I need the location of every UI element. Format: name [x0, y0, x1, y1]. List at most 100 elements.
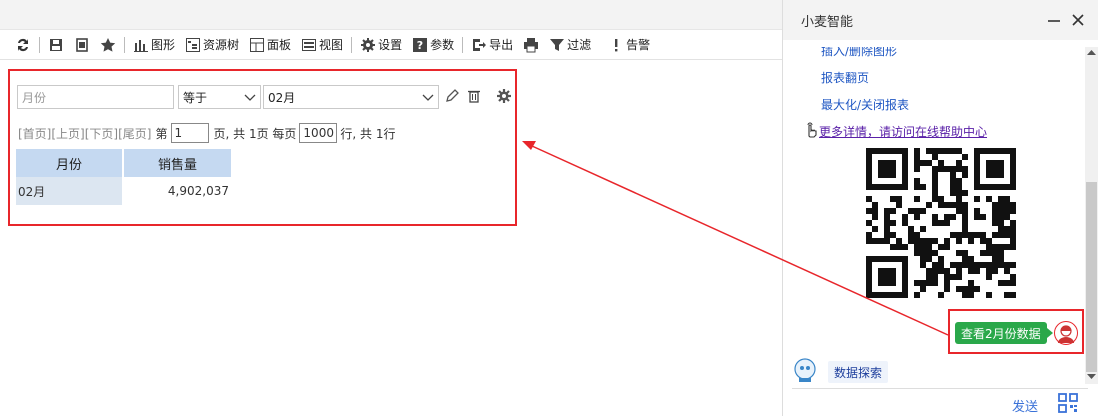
- panel-icon: [249, 37, 265, 53]
- user-message-text: 查看2月份数据: [961, 326, 1041, 341]
- parameters-label: 参数: [430, 38, 455, 52]
- filter-label: 过滤: [567, 38, 592, 52]
- view-button[interactable]: 视图: [296, 34, 348, 56]
- table-header-row: 月份 销售量: [16, 149, 231, 177]
- bot-avatar: [792, 357, 818, 383]
- edit-icon[interactable]: [444, 88, 460, 107]
- send-button[interactable]: 发送: [1012, 396, 1038, 415]
- toolbar-divider: [599, 36, 601, 53]
- table-cell-sales: 4,902,037: [123, 177, 231, 205]
- data-explore-chip[interactable]: 数据探索: [828, 361, 889, 383]
- assistant-header: 小麦智能: [783, 0, 1098, 40]
- filter-operator-value: 等于: [183, 90, 208, 105]
- pagination-bar: [首页] [上页] [下页] [尾页] 第 1 页, 共 1页 每页 1000 …: [18, 123, 396, 143]
- print-button[interactable]: [518, 34, 544, 56]
- panel-button[interactable]: 面板: [244, 34, 296, 56]
- user-message-highlight: 查看2月份数据: [948, 309, 1084, 354]
- minimize-button[interactable]: [1045, 11, 1063, 29]
- alert-icon: [608, 37, 624, 53]
- data-explore-text: 数据探索: [834, 365, 883, 380]
- help-link-page-turn[interactable]: 报表翻页: [821, 69, 869, 86]
- resource-tree-button[interactable]: 资源树: [180, 34, 244, 56]
- toolbar-divider: [39, 36, 40, 53]
- scrollbar-thumb[interactable]: [1086, 182, 1097, 372]
- gear-icon: [360, 37, 376, 53]
- table-cell-month: 02月: [16, 177, 124, 205]
- save-as-icon: [74, 37, 90, 53]
- settings-label: 设置: [378, 38, 403, 52]
- close-button[interactable]: [1069, 11, 1087, 29]
- alert-label: 告警: [626, 38, 651, 52]
- help-link-insert-chart[interactable]: 插入/删除图形: [821, 47, 897, 59]
- qr-code-button[interactable]: [1058, 393, 1078, 413]
- filter-value-text: 02月: [268, 90, 296, 105]
- qr-code-icon: [1058, 393, 1078, 413]
- data-table: 月份 销售量 02月 4,902,037: [16, 149, 231, 205]
- filter-icon: [549, 37, 565, 53]
- column-header-sales[interactable]: 销售量: [123, 149, 231, 177]
- column-header-month[interactable]: 月份: [16, 149, 124, 177]
- refresh-icon: [15, 37, 31, 53]
- panel-label: 面板: [267, 38, 292, 52]
- save-icon: [48, 37, 64, 53]
- user-message-bubble: 查看2月份数据: [955, 322, 1053, 344]
- resource-tree-icon: [185, 37, 201, 53]
- filter-operator-select[interactable]: 等于: [178, 85, 261, 109]
- page-prefix: 第: [155, 126, 168, 141]
- filter-field-select[interactable]: 月份: [17, 85, 174, 109]
- prev-page-link[interactable]: [上页]: [51, 125, 84, 142]
- filter-button[interactable]: 过滤: [544, 34, 596, 56]
- toolbar-divider: [462, 36, 464, 53]
- toolbar-divider: [351, 36, 353, 53]
- save-button[interactable]: [43, 34, 69, 56]
- filter-value-select[interactable]: 02月: [263, 85, 439, 109]
- svg-text:?: ?: [417, 39, 423, 52]
- toolbar-divider: [124, 36, 125, 53]
- param-icon: ?: [412, 37, 428, 53]
- chat-input[interactable]: [792, 388, 1088, 416]
- save-as-button[interactable]: [69, 34, 95, 56]
- view-label: 视图: [319, 38, 344, 52]
- print-icon: [523, 37, 539, 53]
- next-page-link[interactable]: [下页]: [85, 125, 118, 142]
- refresh-button[interactable]: [10, 34, 36, 56]
- scroll-up-icon[interactable]: [1087, 49, 1096, 55]
- help-link-maximize[interactable]: 最大化/关闭报表: [821, 96, 909, 113]
- delete-icon[interactable]: [466, 88, 482, 107]
- gear-icon[interactable]: [496, 88, 512, 107]
- chevron-down-icon: [422, 91, 434, 106]
- close-icon: [1072, 14, 1084, 26]
- user-avatar: [1054, 321, 1078, 345]
- chevron-down-icon: [244, 91, 256, 106]
- resource-tree-label: 资源树: [203, 38, 240, 52]
- export-button[interactable]: 导出: [466, 34, 518, 56]
- parameters-button[interactable]: ? 参数: [407, 34, 459, 56]
- star-icon: [100, 37, 116, 53]
- chat-scrollbar[interactable]: [1085, 47, 1098, 384]
- chart-button[interactable]: 图形: [128, 34, 180, 56]
- settings-button[interactable]: 设置: [355, 34, 407, 56]
- first-page-link[interactable]: [首页]: [18, 125, 51, 142]
- page-number-input[interactable]: 1: [170, 123, 209, 143]
- export-label: 导出: [489, 38, 514, 52]
- view-icon: [301, 37, 317, 53]
- chart-icon: [133, 37, 149, 53]
- filter-field-placeholder: 月份: [22, 90, 47, 105]
- last-page-link[interactable]: [尾页]: [118, 125, 151, 142]
- table-row: 02月 4,902,037: [16, 177, 231, 205]
- favorite-button[interactable]: [95, 34, 121, 56]
- page-size-input[interactable]: 1000: [299, 123, 338, 143]
- assistant-title: 小麦智能: [801, 14, 854, 30]
- report-highlight-frame: 月份 等于 02月 [首页] [上页] [下页] [尾页] 第 1 页, 共 1…: [8, 69, 517, 226]
- qr-code-image: [858, 144, 1024, 302]
- report-toolbar: 图形 资源树 面板 视图 设置 ? 参数 导出 过滤 告警: [0, 30, 782, 60]
- rows-suffix: 行, 共 1行: [340, 126, 396, 141]
- scroll-down-icon[interactable]: [1087, 374, 1096, 380]
- export-icon: [471, 37, 487, 53]
- page-suffix: 页, 共 1页 每页: [213, 126, 297, 141]
- chart-button-label: 图形: [151, 38, 176, 52]
- window-top-bar: [0, 0, 782, 30]
- robot-icon: [794, 358, 816, 382]
- more-details-link[interactable]: 更多详情，请访问在线帮助中心: [803, 122, 987, 141]
- alert-button[interactable]: 告警: [603, 34, 655, 56]
